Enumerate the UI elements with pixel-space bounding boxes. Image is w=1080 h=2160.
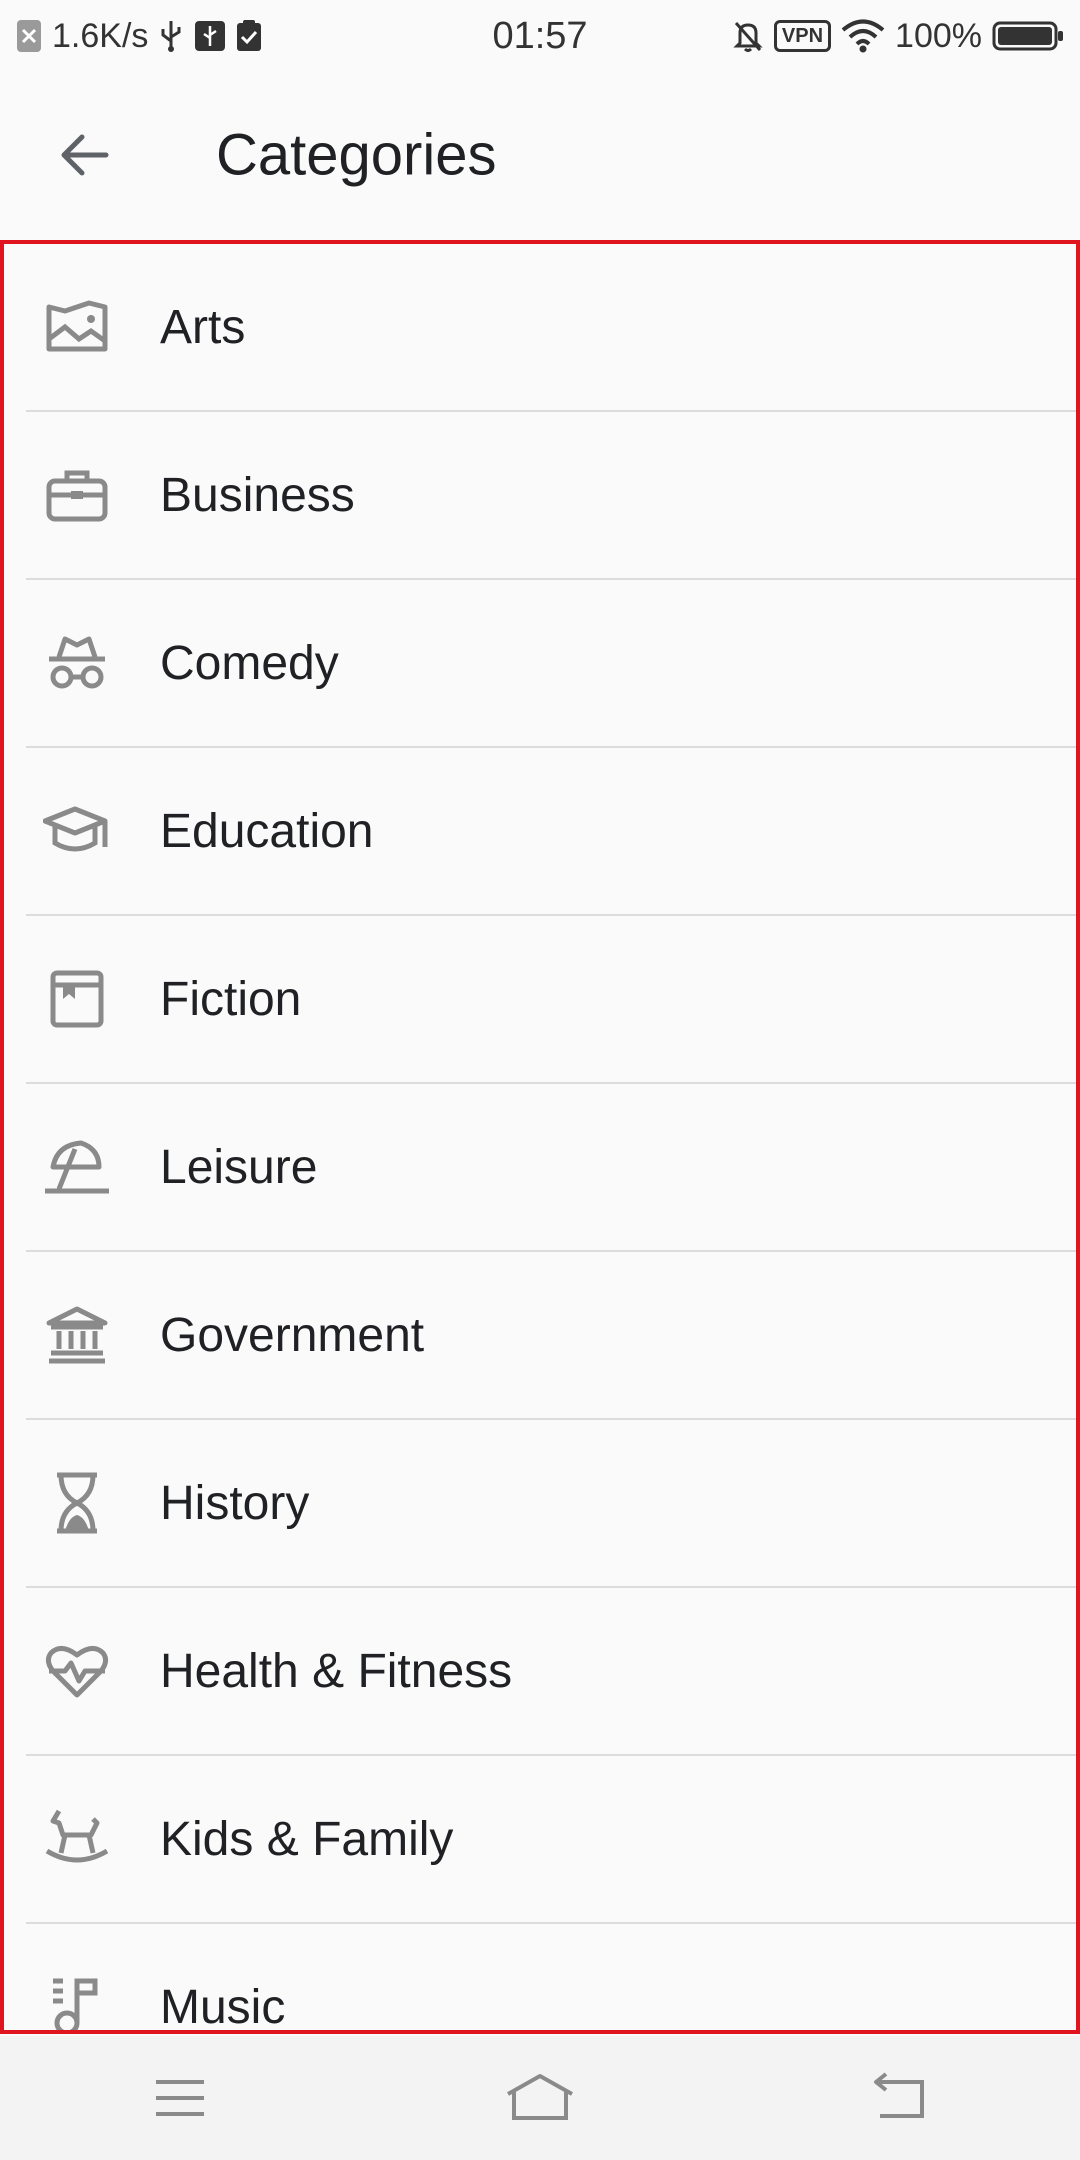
category-label: Business xyxy=(160,468,355,522)
book-icon xyxy=(42,964,112,1034)
music-note-icon xyxy=(42,1972,112,2030)
category-item-arts[interactable]: Arts xyxy=(26,244,1076,412)
usb-icon xyxy=(158,19,184,53)
hourglass-icon xyxy=(42,1468,112,1538)
return-icon xyxy=(874,2072,924,2118)
battery-icon xyxy=(992,19,1064,53)
category-label: Kids & Family xyxy=(160,1812,454,1866)
category-label: Comedy xyxy=(160,636,339,690)
battery-percent: 100% xyxy=(895,16,982,55)
network-speed: 1.6K/s xyxy=(52,16,149,55)
heart-pulse-icon xyxy=(42,1636,112,1706)
system-nav-bar xyxy=(0,2036,1080,2160)
arrow-back-icon xyxy=(61,134,109,176)
category-item-comedy[interactable]: Comedy xyxy=(26,580,1076,748)
graduation-cap-icon xyxy=(42,796,112,866)
category-item-music[interactable]: Music xyxy=(26,1924,1076,2034)
wifi-icon xyxy=(841,19,885,53)
category-item-education[interactable]: Education xyxy=(26,748,1076,916)
category-label: History xyxy=(160,1476,310,1530)
category-item-government[interactable]: Government xyxy=(26,1252,1076,1420)
home-icon xyxy=(507,2074,573,2120)
category-label: Leisure xyxy=(160,1140,318,1194)
app-bar: Categories xyxy=(0,72,1080,238)
category-label: Arts xyxy=(160,300,246,354)
category-label: Education xyxy=(160,804,374,858)
rocking-horse-icon xyxy=(42,1804,112,1874)
category-item-history[interactable]: History xyxy=(26,1420,1076,1588)
back-button[interactable] xyxy=(44,115,124,195)
government-building-icon xyxy=(42,1300,112,1370)
clipboard-check-icon xyxy=(236,20,262,52)
category-list[interactable]: Arts Business Comedy Education Fiction L… xyxy=(0,240,1080,2034)
category-item-health-fitness[interactable]: Health & Fitness xyxy=(26,1588,1076,1756)
status-right: VPN 100% xyxy=(732,17,1064,56)
category-item-leisure[interactable]: Leisure xyxy=(26,1084,1076,1252)
menu-icon xyxy=(156,2080,204,2116)
category-label: Health & Fitness xyxy=(160,1644,513,1698)
disguise-icon xyxy=(42,628,112,698)
page-title: Categories xyxy=(216,122,497,188)
category-item-fiction[interactable]: Fiction xyxy=(26,916,1076,1084)
category-item-kids-family[interactable]: Kids & Family xyxy=(26,1756,1076,1924)
usb-debug-icon xyxy=(194,20,226,52)
category-label: Fiction xyxy=(160,972,302,1026)
category-item-business[interactable]: Business xyxy=(26,412,1076,580)
category-label: Music xyxy=(160,1980,286,2034)
image-icon xyxy=(42,292,112,362)
menu-button[interactable] xyxy=(120,2048,240,2148)
briefcase-icon xyxy=(42,460,112,530)
bell-off-icon xyxy=(732,19,764,53)
home-button[interactable] xyxy=(480,2048,600,2148)
notification-close-icon xyxy=(16,19,42,53)
vpn-badge: VPN xyxy=(773,20,832,52)
category-label: Government xyxy=(160,1308,425,1362)
back-nav-button[interactable] xyxy=(840,2048,960,2148)
status-bar: 1.6K/s 01:57 VPN 100% xyxy=(0,0,1080,72)
beach-umbrella-icon xyxy=(42,1132,112,1202)
status-left: 1.6K/s xyxy=(16,17,262,56)
